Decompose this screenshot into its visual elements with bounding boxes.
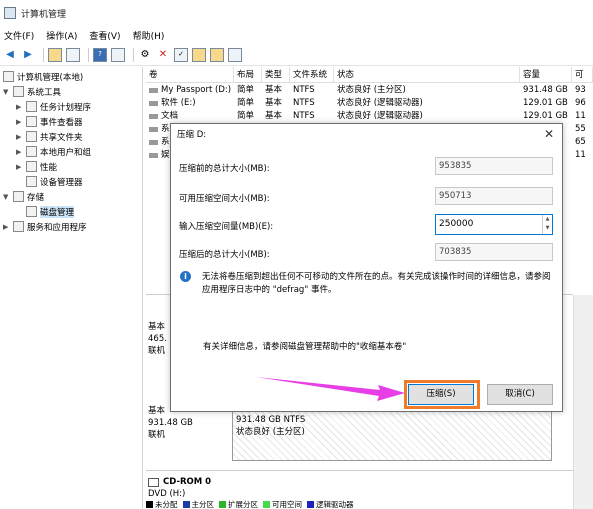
magenta-arrow-shape	[256, 377, 405, 401]
annotation-arrow-icon	[256, 377, 405, 401]
